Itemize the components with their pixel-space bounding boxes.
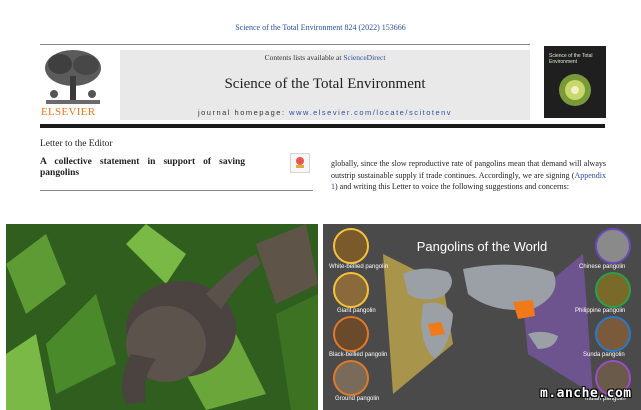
elsevier-wordmark: ELSEVIER	[41, 106, 96, 118]
journal-cover-thumbnail[interactable]: Science of the Total Environment	[544, 46, 606, 118]
pangolin-photo	[6, 224, 318, 410]
divider	[40, 44, 530, 45]
article-title: A collective statement in support of sav…	[40, 157, 245, 178]
contents-line: Contents lists available at ScienceDirec…	[120, 53, 530, 62]
title-divider	[40, 190, 313, 191]
contents-prefix: Contents lists available at	[264, 53, 344, 62]
journal-title: Science of the Total Environment	[224, 76, 426, 92]
infographic-title: Pangolins of the World	[416, 239, 548, 254]
sciencedirect-link[interactable]: ScienceDirect	[343, 53, 385, 62]
species-label: Giant pangolin	[337, 308, 376, 314]
pangolins-of-the-world-infographic: Pangolins of the World White-bellied pan…	[323, 224, 641, 410]
journal-citation[interactable]: Science of the Total Environment 824 (20…	[0, 23, 641, 32]
site-watermark: m.anche.com	[540, 386, 632, 401]
body-text-part2: ) and writing this Letter to voice the f…	[335, 182, 569, 191]
species-label: Ground pangolin	[335, 396, 380, 402]
homepage-prefix: journal homepage:	[197, 108, 290, 117]
species-label: Sunda pangolin	[583, 352, 625, 358]
species-label: Black-bellied pangolin	[329, 352, 388, 358]
journal-homepage-line: journal homepage: www.elsevier.com/locat…	[120, 108, 530, 117]
header-rule	[40, 124, 605, 128]
article-section-label: Letter to the Editor	[40, 139, 113, 149]
body-text-part1: globally, since the slow reproductive ra…	[331, 159, 606, 180]
check-for-updates-icon[interactable]	[290, 153, 310, 173]
article-body-paragraph: globally, since the slow reproductive ra…	[331, 158, 606, 193]
species-label: Philippine pangolin	[575, 308, 626, 314]
species-label: White-bellied pangolin	[329, 264, 389, 270]
journal-homepage-link[interactable]: www.elsevier.com/locate/scitotenv	[289, 108, 452, 117]
species-label: Chinese pangolin	[579, 264, 626, 270]
